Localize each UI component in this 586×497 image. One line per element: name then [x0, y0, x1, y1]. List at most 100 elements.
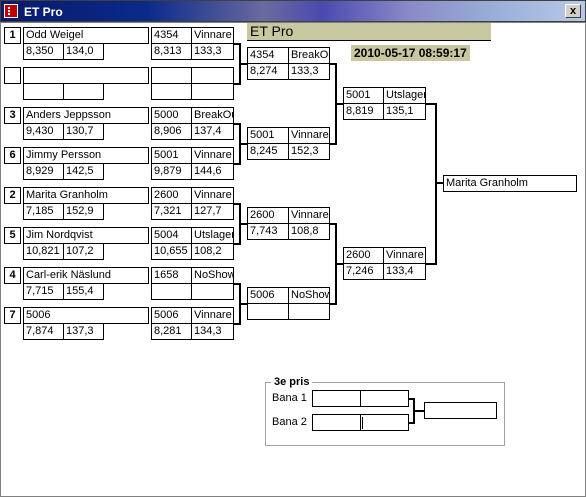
speed-field[interactable]: 108,8: [288, 223, 330, 240]
time-field[interactable]: [151, 283, 192, 300]
title-bar: ET Pro x: [0, 0, 586, 22]
third-lane1-id[interactable]: [312, 390, 361, 407]
third-place-label: 3e pris: [271, 376, 313, 388]
time-field[interactable]: 9,879: [151, 163, 192, 180]
speed-field[interactable]: [191, 283, 234, 300]
car-id[interactable]: 4354: [151, 27, 192, 44]
third-place-winner[interactable]: [424, 402, 497, 419]
car-id[interactable]: 5000: [151, 107, 192, 124]
result-field[interactable]: BreakOut: [288, 47, 330, 64]
time-field[interactable]: 8,350: [23, 43, 64, 60]
time-field[interactable]: 8,281: [151, 323, 192, 340]
result-field[interactable]: Vinnare: [288, 207, 330, 224]
speed-field[interactable]: 107,2: [63, 243, 104, 260]
lane2-label: Bana 2: [272, 416, 307, 428]
bracket-canvas: ET Pro 2010-05-17 08:59:17 1 Odd Weigel 8,…: [0, 22, 586, 497]
speed-field[interactable]: 142,5: [63, 163, 104, 180]
winner-name[interactable]: Marita Granholm: [443, 175, 577, 192]
car-id[interactable]: 4354: [247, 47, 289, 64]
time-field[interactable]: 7,743: [247, 223, 289, 240]
time-field[interactable]: 7,185: [23, 203, 64, 220]
time-field[interactable]: [151, 83, 192, 100]
seed-badge: 7: [4, 307, 21, 324]
car-id[interactable]: 1658: [151, 267, 192, 284]
time-field[interactable]: 10,655: [151, 243, 192, 260]
bracket-connector: [239, 223, 247, 225]
result-field[interactable]: Utslagen: [383, 87, 426, 104]
speed-field[interactable]: [191, 83, 234, 100]
time-field[interactable]: 8,274: [247, 63, 289, 80]
bracket-connector: [239, 303, 247, 305]
third-lane1-result[interactable]: [360, 390, 409, 407]
time-field[interactable]: 7,715: [23, 283, 64, 300]
car-id[interactable]: 5006: [151, 307, 192, 324]
car-id[interactable]: [151, 67, 192, 84]
result-field[interactable]: Vinnare: [191, 27, 234, 44]
time-field[interactable]: [23, 83, 64, 100]
result-field[interactable]: NoShow: [191, 267, 234, 284]
result-field[interactable]: Vinnare: [383, 247, 426, 264]
time-field[interactable]: 9,430: [23, 123, 64, 140]
car-id[interactable]: 5001: [343, 87, 384, 104]
result-field[interactable]: [191, 67, 234, 84]
time-field[interactable]: 8,929: [23, 163, 64, 180]
car-id[interactable]: 5004: [151, 227, 192, 244]
speed-field[interactable]: [288, 303, 330, 320]
speed-field[interactable]: 134,3: [191, 323, 234, 340]
player-name[interactable]: Jimmy Persson: [23, 147, 149, 164]
speed-field[interactable]: 137,3: [63, 323, 104, 340]
car-id[interactable]: 2600: [151, 187, 192, 204]
seed-badge: 2: [4, 187, 21, 204]
time-field[interactable]: 8,313: [151, 43, 192, 60]
car-id[interactable]: 5001: [247, 127, 289, 144]
time-field[interactable]: 7,246: [343, 263, 384, 280]
bracket-connector: [435, 103, 437, 265]
player-name[interactable]: Carl-erik Näslund: [23, 267, 149, 284]
result-field[interactable]: Vinnare: [191, 187, 234, 204]
time-field[interactable]: 10,821: [23, 243, 64, 260]
time-field[interactable]: 7,321: [151, 203, 192, 220]
speed-field[interactable]: 133,3: [288, 63, 330, 80]
car-id[interactable]: 2600: [343, 247, 384, 264]
time-field[interactable]: 8,906: [151, 123, 192, 140]
player-name[interactable]: Anders Jeppsson: [23, 107, 149, 124]
speed-field[interactable]: 155,4: [63, 283, 104, 300]
result-field[interactable]: BreakOut: [191, 107, 234, 124]
title-underline: [247, 40, 491, 41]
player-name[interactable]: Odd Weigel: [23, 27, 149, 44]
speed-field[interactable]: 133,3: [191, 43, 234, 60]
time-field[interactable]: 8,245: [247, 143, 289, 160]
close-button[interactable]: x: [565, 4, 581, 18]
speed-field[interactable]: 133,4: [383, 263, 426, 280]
car-id[interactable]: 5006: [247, 287, 289, 304]
time-field[interactable]: 8,819: [343, 103, 384, 120]
car-id[interactable]: 2600: [247, 207, 289, 224]
player-name[interactable]: Marita Granholm: [23, 187, 149, 204]
player-name[interactable]: 5006: [23, 307, 149, 324]
time-field[interactable]: [247, 303, 289, 320]
seed-badge: 3: [4, 107, 21, 124]
player-name[interactable]: [23, 67, 149, 84]
bracket-connector: [335, 263, 343, 265]
player-name[interactable]: Jim Nordqvist: [23, 227, 149, 244]
result-field[interactable]: Vinnare: [191, 147, 234, 164]
speed-field[interactable]: 134,0: [63, 43, 104, 60]
speed-field[interactable]: 108,2: [191, 243, 234, 260]
car-id[interactable]: 5001: [151, 147, 192, 164]
time-field[interactable]: 7,874: [23, 323, 64, 340]
result-field[interactable]: Utslagen: [191, 227, 234, 244]
result-field[interactable]: NoShow: [288, 287, 330, 304]
speed-field[interactable]: 130,7: [63, 123, 104, 140]
speed-field[interactable]: 127,7: [191, 203, 234, 220]
app-icon[interactable]: [4, 4, 18, 18]
speed-field[interactable]: 152,9: [63, 203, 104, 220]
result-field[interactable]: Vinnare: [191, 307, 234, 324]
third-lane2-id[interactable]: [312, 414, 361, 431]
speed-field[interactable]: 152,3: [288, 143, 330, 160]
speed-field[interactable]: [63, 83, 104, 100]
speed-field[interactable]: 135,1: [383, 103, 426, 120]
third-lane2-result[interactable]: [360, 414, 409, 431]
speed-field[interactable]: 144,6: [191, 163, 234, 180]
speed-field[interactable]: 137,4: [191, 123, 234, 140]
result-field[interactable]: Vinnare: [288, 127, 330, 144]
